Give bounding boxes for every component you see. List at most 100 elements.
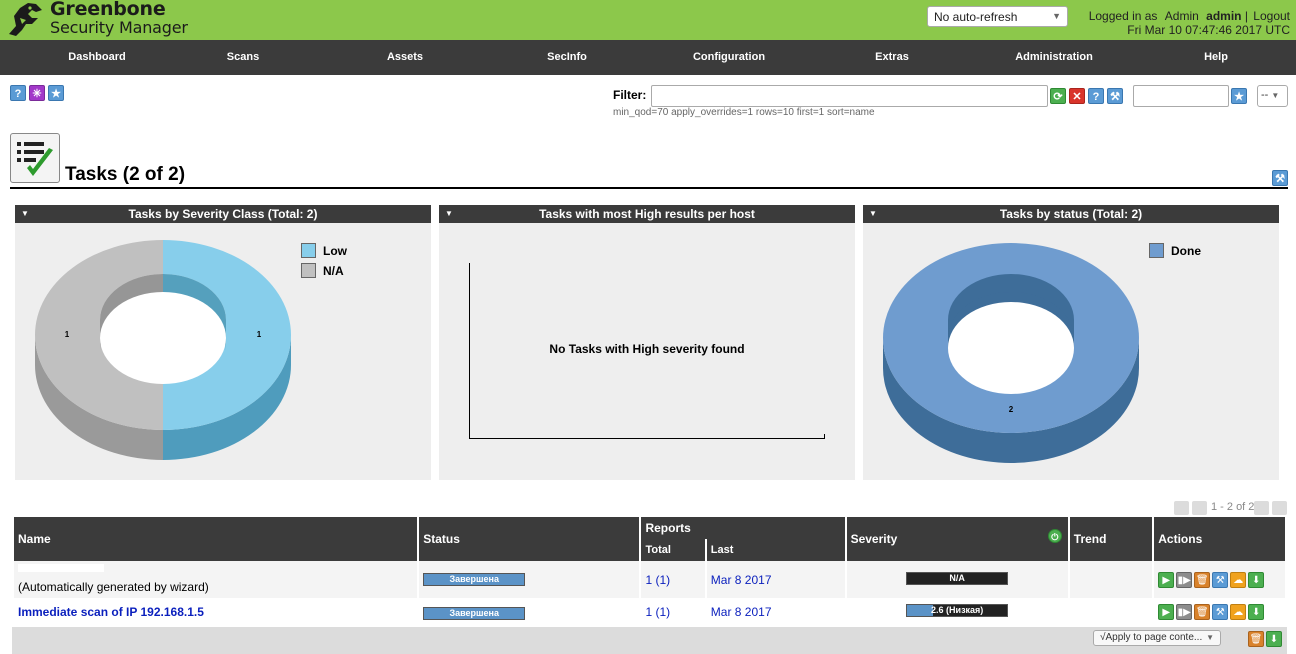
column-header-status[interactable]: Status [419, 517, 640, 561]
username-link[interactable]: admin [1206, 9, 1241, 23]
collapse-triangle-icon[interactable]: ▼ [445, 205, 453, 223]
power-toggle-icon[interactable]: ⏻ [1047, 529, 1062, 543]
start-task-icon[interactable]: ▶ [1158, 571, 1175, 588]
empty-chart-message: No Tasks with High severity found [549, 342, 745, 356]
reports-total-link[interactable]: 1 [645, 573, 652, 587]
chart-high-results: ▼ Tasks with most High results per host … [439, 205, 855, 480]
reset-filter-icon[interactable]: ✕ [1069, 88, 1085, 104]
apply-select-value: √Apply to page conte... [1100, 632, 1203, 643]
legend-swatch [1149, 243, 1164, 258]
legend-label: N/A [323, 264, 344, 278]
clone-sheep-icon[interactable]: ☁ [1230, 604, 1247, 620]
trend-cell [1070, 561, 1152, 598]
actions-cell: ▶ ▮▶ 🗑 ⚒ ☁ ⬇ [1154, 561, 1285, 598]
app-subtitle: Security Manager [50, 18, 188, 37]
column-header-total[interactable]: Total [641, 539, 705, 561]
resume-task-icon[interactable]: ▮▶ [1176, 571, 1193, 588]
slice-label-low: 1 [257, 330, 262, 339]
first-page-button[interactable] [1174, 501, 1189, 515]
reports-total-paren-link[interactable]: (1) [655, 605, 670, 619]
trash-icon[interactable]: 🗑 [1194, 571, 1211, 588]
logout-link[interactable]: Logout [1253, 9, 1290, 23]
auto-refresh-select[interactable]: No auto-refresh ▼ [927, 6, 1068, 27]
reports-total-cell: 1 (1) [641, 561, 704, 598]
reports-total-cell: 1 (1) [641, 598, 704, 626]
logged-in-label: Logged in as [1088, 9, 1158, 23]
nav-dashboard[interactable]: Dashboard [68, 51, 125, 63]
status-cell: Завершена [419, 561, 639, 598]
export-download-icon[interactable]: ⬇ [1248, 571, 1265, 588]
severity-header-label: Severity [850, 532, 898, 546]
wizard-icon[interactable]: ✳ [29, 85, 45, 101]
saved-filter-select[interactable]: -- ▼ [1257, 85, 1288, 107]
bulk-export-icon[interactable]: ⬇ [1266, 631, 1282, 647]
filter-description: min_qod=70 apply_overrides=1 rows=10 fir… [613, 107, 875, 118]
collapse-triangle-icon[interactable]: ▼ [869, 205, 877, 223]
trash-icon[interactable]: 🗑 [1194, 604, 1211, 620]
severity-bar: N/A [906, 571, 1009, 585]
next-page-button[interactable] [1254, 501, 1269, 515]
clone-sheep-icon[interactable]: ☁ [1230, 571, 1247, 588]
last-report-link[interactable]: Mar 8 2017 [711, 605, 772, 619]
filter-help-icon[interactable]: ? [1088, 88, 1104, 104]
chart-title: Tasks by status (Total: 2) [999, 207, 1143, 221]
column-header-severity[interactable]: Severity ⏻ [846, 517, 1068, 561]
task-name-link[interactable] [18, 564, 104, 572]
nav-administration[interactable]: Administration [1015, 51, 1093, 63]
severity-cell: N/A [847, 561, 1068, 598]
chart-header: ▼ Tasks with most High results per host [439, 205, 855, 223]
edit-filter-wrench-icon[interactable]: ⚒ [1107, 88, 1123, 104]
new-task-star-icon[interactable]: ★ [48, 85, 64, 101]
apply-to-page-select[interactable]: √Apply to page conte... ▼ [1093, 630, 1221, 646]
trend-cell [1070, 598, 1152, 626]
nav-extras[interactable]: Extras [875, 51, 909, 63]
chevron-down-icon: ▼ [1206, 633, 1214, 642]
saved-filter-value: -- [1261, 89, 1269, 101]
column-header-reports: Reports [641, 517, 845, 539]
status-cell: Завершена [419, 598, 639, 626]
resume-task-icon[interactable]: ▮▶ [1176, 604, 1193, 620]
refresh-filter-icon[interactable]: ⟳ [1050, 88, 1066, 104]
task-name-cell: Immediate scan of IP 192.168.1.5 [14, 598, 417, 626]
nav-secinfo[interactable]: SecInfo [547, 51, 587, 63]
edit-dashboard-wrench-icon[interactable]: ⚒ [1272, 170, 1288, 186]
legend-swatch [301, 243, 316, 258]
chart-header: ▼ Tasks by Severity Class (Total: 2) [15, 205, 431, 223]
previous-page-button[interactable] [1192, 501, 1207, 515]
last-page-button[interactable] [1272, 501, 1287, 515]
title-divider [10, 187, 1288, 189]
save-filter-star-icon[interactable]: ★ [1231, 88, 1247, 104]
task-name-link[interactable]: Immediate scan of IP 192.168.1.5 [18, 605, 204, 619]
x-axis [469, 438, 825, 439]
help-icon[interactable]: ? [10, 85, 26, 101]
task-name-cell: (Automatically generated by wizard) [14, 561, 417, 598]
nav-configuration[interactable]: Configuration [693, 51, 765, 63]
column-header-last[interactable]: Last [706, 539, 845, 561]
severity-bar: 2.6 (Низкая) [906, 604, 1009, 617]
bulk-trash-icon[interactable]: 🗑 [1248, 631, 1264, 647]
last-report-link[interactable]: Mar 8 2017 [711, 573, 772, 587]
nav-assets[interactable]: Assets [387, 51, 423, 63]
separator: | [1244, 9, 1248, 23]
edit-wrench-icon[interactable]: ⚒ [1212, 604, 1229, 620]
collapse-triangle-icon[interactable]: ▼ [21, 205, 29, 223]
nav-scans[interactable]: Scans [227, 51, 259, 63]
greenbone-logo[interactable]: Greenbone Security Manager [6, 0, 216, 40]
nav-help[interactable]: Help [1204, 51, 1228, 63]
slice-label-na: 1 [65, 330, 70, 339]
start-task-icon[interactable]: ▶ [1158, 604, 1175, 620]
user-role: Admin [1164, 9, 1199, 23]
reports-total-link[interactable]: 1 [645, 605, 652, 619]
severity-donut: 1 1 [35, 240, 291, 460]
filter-name-input[interactable] [1133, 85, 1229, 107]
export-download-icon[interactable]: ⬇ [1248, 604, 1265, 620]
reports-total-paren-link[interactable]: (1) [655, 573, 670, 587]
chart-header: ▼ Tasks by status (Total: 2) [863, 205, 1279, 223]
filter-input[interactable] [651, 85, 1048, 107]
edit-wrench-icon[interactable]: ⚒ [1212, 571, 1229, 588]
column-header-trend[interactable]: Trend [1069, 517, 1153, 561]
reports-last-cell: Mar 8 2017 [707, 598, 845, 626]
slice-label-done: 2 [1009, 405, 1014, 414]
column-header-name[interactable]: Name [14, 517, 418, 561]
chart-title: Tasks by Severity Class (Total: 2) [128, 207, 318, 221]
